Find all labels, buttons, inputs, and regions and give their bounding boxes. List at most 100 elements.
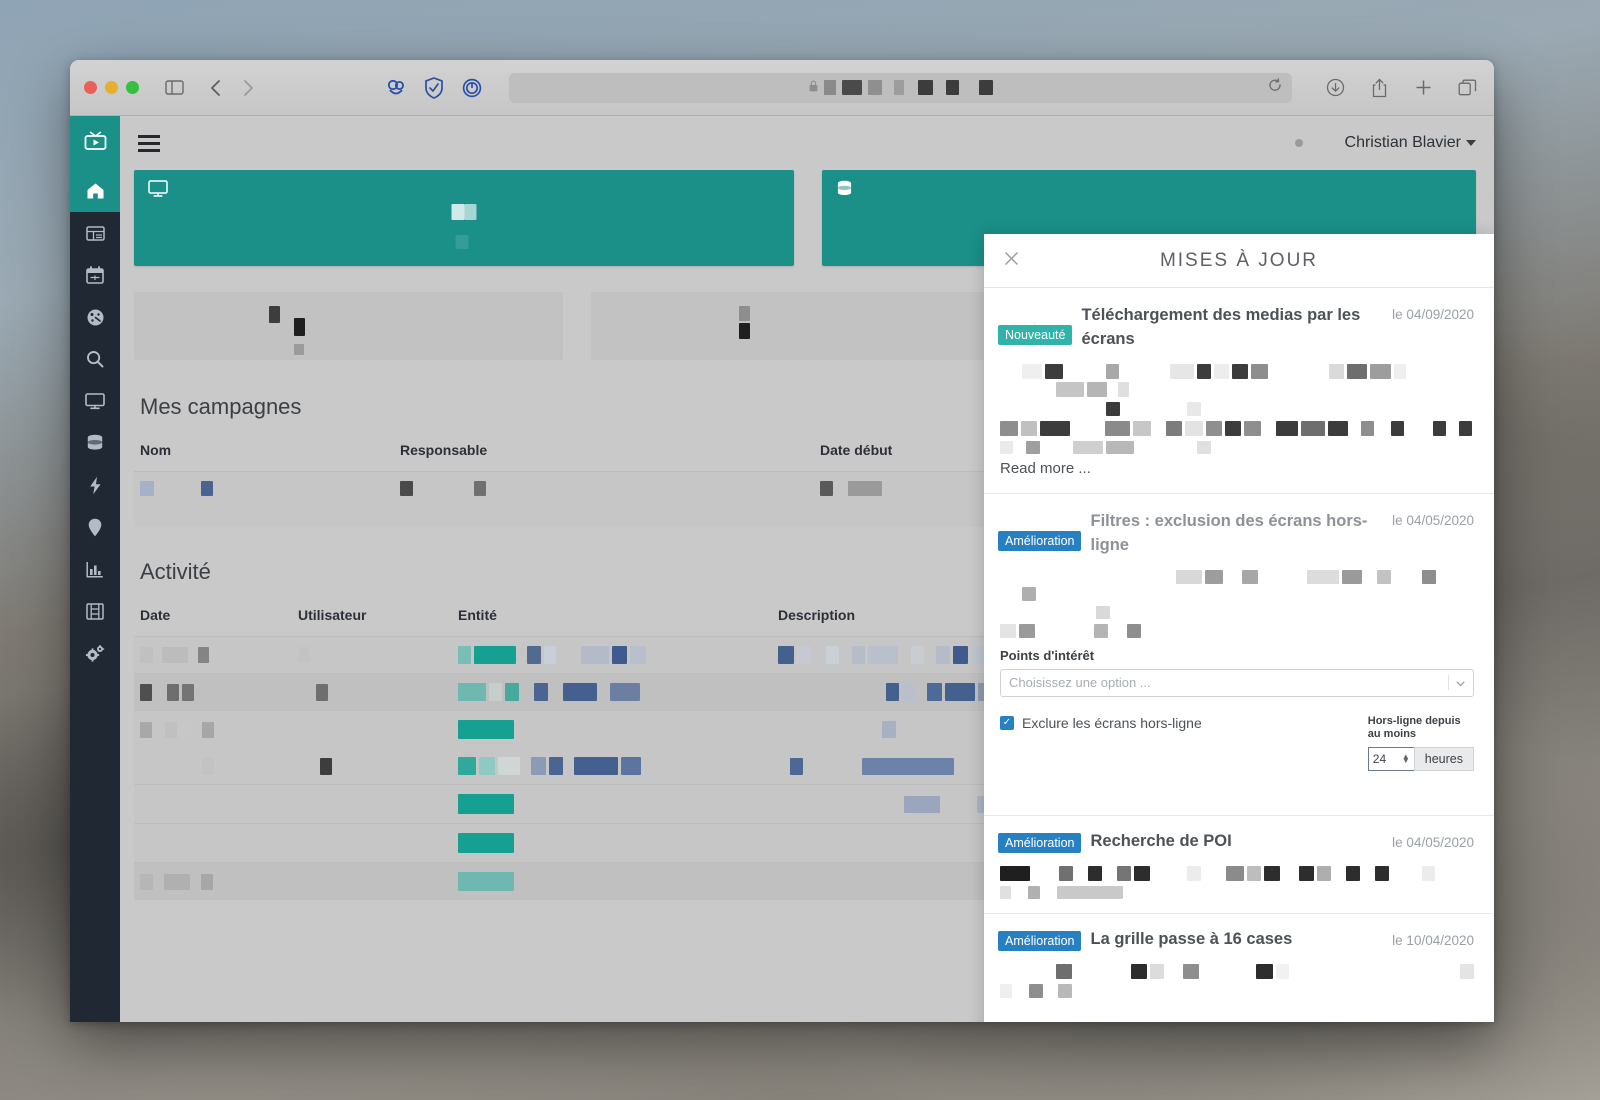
offline-duration-unit: heures xyxy=(1413,747,1474,772)
column-header-utilisateur[interactable]: Utilisateur xyxy=(292,607,452,637)
column-header-date[interactable]: Date xyxy=(134,607,292,637)
sidebar-item-reports[interactable] xyxy=(70,548,120,590)
ghostery-icon[interactable] xyxy=(383,75,409,101)
onepassword-icon[interactable] xyxy=(459,75,485,101)
update-header: Amélioration Recherche de POI le 04/05/2… xyxy=(998,832,1474,854)
column-header-nom[interactable]: Nom xyxy=(134,442,394,472)
cell-utilisateur xyxy=(292,824,452,863)
update-item[interactable]: Amélioration Filtres : exclusion des écr… xyxy=(984,494,1494,817)
hamburger-menu-icon[interactable] xyxy=(138,134,160,152)
number-stepper-icon[interactable]: ▲ ▼ xyxy=(1402,752,1410,765)
home-icon xyxy=(86,182,105,200)
close-window-button[interactable] xyxy=(84,81,97,94)
column-header-responsable[interactable]: Responsable xyxy=(394,442,814,472)
sidebar-item-dashboard[interactable] xyxy=(70,296,120,338)
sidebar-item-media[interactable] xyxy=(70,590,120,632)
card-metric-1[interactable] xyxy=(134,292,563,360)
updates-panel: MISES À JOUR Nouveauté Téléchargement de… xyxy=(984,234,1494,1022)
poi-select-placeholder: Choisissez une option ... xyxy=(1009,675,1151,691)
card-value-redacted xyxy=(451,204,477,254)
cell-date xyxy=(134,711,292,749)
update-item[interactable]: Amélioration Recherche de POI le 04/05/2… xyxy=(984,816,1494,915)
sidebar-item-home[interactable] xyxy=(70,170,120,212)
redacted-content xyxy=(298,683,446,701)
forward-button[interactable] xyxy=(235,75,261,101)
updates-list[interactable]: Nouveauté Téléchargement des medias par … xyxy=(984,288,1494,1022)
poi-select[interactable]: Choisissez une option ... xyxy=(1000,668,1474,697)
update-date: le 04/09/2020 xyxy=(1392,307,1474,322)
tab-overview-icon[interactable] xyxy=(1454,75,1480,101)
card-metric-2[interactable] xyxy=(590,292,1020,360)
sidebar-item-screens[interactable] xyxy=(70,380,120,422)
cell-date xyxy=(134,824,292,863)
status-badge: Amélioration xyxy=(998,530,1082,551)
read-more-link[interactable]: Read more ... xyxy=(998,454,1474,479)
sidebar-toggle-icon[interactable] xyxy=(161,75,187,101)
update-body-redacted: Points d'intérêt Choisissez une option .… xyxy=(998,558,1474,802)
update-body-redacted xyxy=(998,854,1474,900)
sidebar-item-settings[interactable] xyxy=(70,632,120,674)
minimize-window-button[interactable] xyxy=(105,81,118,94)
adblock-shield-icon[interactable] xyxy=(421,75,447,101)
redacted-content xyxy=(140,481,388,496)
offline-duration-input[interactable]: 24 ▲ ▼ xyxy=(1367,747,1414,772)
cell-entite xyxy=(452,824,772,863)
update-title: Filtres : exclusion des écrans hors-lign… xyxy=(1090,511,1368,554)
cell-date xyxy=(134,748,292,785)
bar-chart-icon xyxy=(86,561,104,578)
update-item[interactable]: Nouveauté Téléchargement des medias par … xyxy=(984,288,1494,494)
cell-responsable xyxy=(394,472,814,506)
redacted-content xyxy=(140,757,286,775)
browser-toolbar xyxy=(70,60,1494,116)
new-tab-icon[interactable] xyxy=(1410,75,1436,101)
maximize-window-button[interactable] xyxy=(126,81,139,94)
database-icon xyxy=(836,180,853,203)
cell-utilisateur xyxy=(292,711,452,749)
update-header: Nouveauté Téléchargement des medias par … xyxy=(998,304,1474,352)
close-icon[interactable] xyxy=(1004,251,1019,271)
url-redacted-block xyxy=(917,80,933,95)
lock-icon xyxy=(809,79,818,97)
offline-filter-row: ✓ Exclure les écrans hors-ligne Hors-lig… xyxy=(1000,697,1474,772)
column-header-entite[interactable]: Entité xyxy=(452,607,772,637)
gauge-icon xyxy=(86,308,105,327)
share-icon[interactable] xyxy=(1366,75,1392,101)
url-bar[interactable] xyxy=(509,72,1292,103)
back-button[interactable] xyxy=(203,75,229,101)
app-logo[interactable] xyxy=(70,116,120,170)
cell-utilisateur xyxy=(292,674,452,711)
exclude-offline-checkbox[interactable]: ✓ Exclure les écrans hors-ligne xyxy=(1000,715,1202,731)
monitor-icon xyxy=(85,392,105,410)
application-viewport: Christian Blavier Mes campagnes Nom Resp… xyxy=(70,116,1494,1022)
update-item[interactable]: Amélioration La grille passe à 16 cases … xyxy=(984,914,1494,1012)
chevron-down-icon xyxy=(1466,140,1476,146)
app-sidebar xyxy=(70,116,120,1022)
download-icon[interactable] xyxy=(1322,75,1348,101)
reload-icon[interactable] xyxy=(1268,78,1282,97)
sidebar-item-calendar[interactable] xyxy=(70,254,120,296)
sidebar-item-triggers[interactable] xyxy=(70,464,120,506)
redacted-content xyxy=(140,721,286,738)
sidebar-item-search[interactable] xyxy=(70,338,120,380)
status-dot xyxy=(1294,139,1303,147)
card-screens[interactable] xyxy=(134,170,794,266)
user-name-label: Christian Blavier xyxy=(1344,134,1461,151)
sidebar-item-locations[interactable] xyxy=(70,506,120,548)
url-redacted-block xyxy=(945,80,959,95)
url-redacted-block xyxy=(841,80,862,95)
gears-icon xyxy=(85,644,105,663)
poi-field-label: Points d'intérêt xyxy=(1000,647,1095,663)
exclude-offline-label: Exclure les écrans hors-ligne xyxy=(1022,714,1202,731)
list-table-icon xyxy=(85,225,105,241)
sidebar-item-list[interactable] xyxy=(70,212,120,254)
cell-date xyxy=(134,637,292,674)
user-menu[interactable]: Christian Blavier xyxy=(1294,134,1476,152)
cell-nom xyxy=(134,472,394,506)
chevron-down-icon xyxy=(1448,675,1465,691)
map-pin-icon xyxy=(88,518,102,537)
cell-utilisateur xyxy=(292,863,452,901)
redacted-content xyxy=(458,794,766,814)
sidebar-item-data[interactable] xyxy=(70,422,120,464)
update-header: Amélioration Filtres : exclusion des écr… xyxy=(998,510,1474,558)
cell-entite xyxy=(452,863,772,901)
